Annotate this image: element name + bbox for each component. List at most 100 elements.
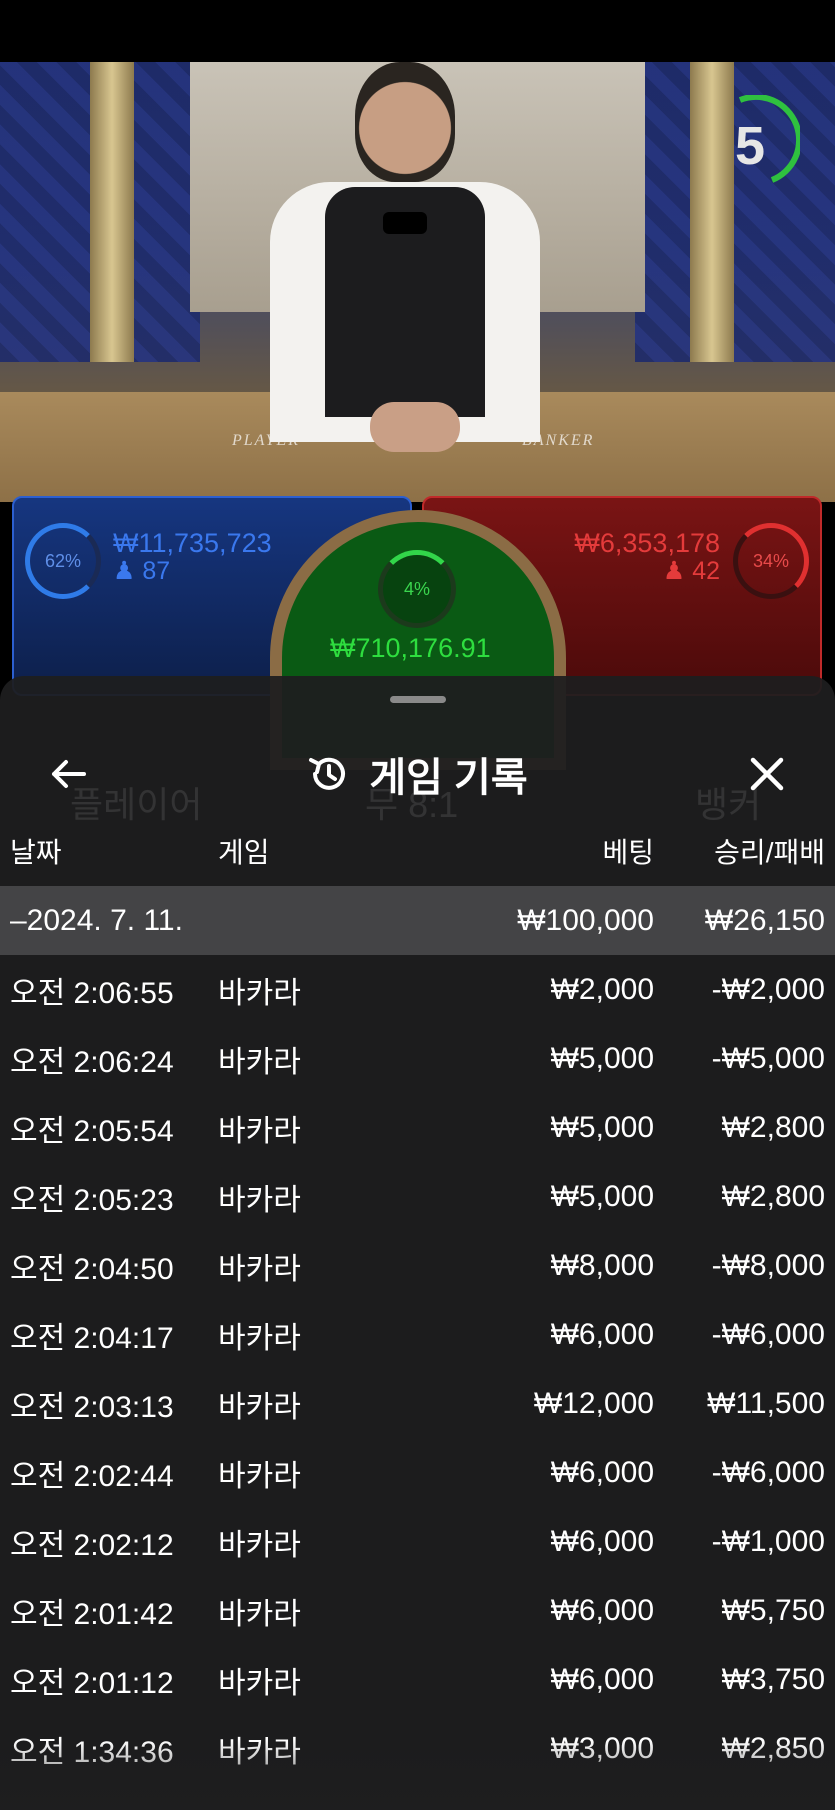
history-row-list: 오전 2:06:55 바카라 ₩2,000 -₩2,000 오전 2:06:24 바카라 ₩… (0, 955, 835, 1783)
banker-percent: 34% (752, 550, 790, 571)
row-game: 바카라 (218, 1528, 301, 1562)
row-time: 오전 2:04:17 (10, 1321, 174, 1355)
row-game: 바카라 (218, 976, 301, 1010)
row-bet: ₩6,000 (550, 1524, 654, 1558)
row-bet: ₩6,000 (550, 1317, 654, 1351)
row-bet: ₩8,000 (550, 1248, 654, 1282)
history-row[interactable]: 오전 2:06:24 바카라 ₩5,000 -₩5,000 (0, 1024, 835, 1093)
row-game: 바카라 (218, 1183, 301, 1217)
close-icon (750, 757, 784, 791)
row-bet: ₩6,000 (550, 1662, 654, 1696)
player-bettor-count: ♟ 87 (113, 556, 170, 586)
column-header-game: 게임 (218, 837, 270, 868)
banker-percent-ring: 34% (733, 523, 809, 599)
row-result: ₩2,850 (721, 1731, 825, 1765)
dealer-hands (370, 402, 460, 452)
row-bet: ₩6,000 (550, 1455, 654, 1489)
row-result: -₩8,000 (711, 1248, 825, 1282)
row-bet: ₩2,000 (550, 972, 654, 1006)
row-game: 바카라 (218, 1045, 301, 1079)
row-result: ₩3,750 (721, 1662, 825, 1696)
dealer-bowtie (383, 212, 427, 234)
row-bet: ₩3,000 (550, 1731, 654, 1765)
game-history-sheet: 플레이어 무 8:1 뱅커 게임 기록 날짜 게임 베팅 승리/패배 –2024… (0, 676, 835, 1810)
close-button[interactable] (739, 746, 795, 802)
row-result: ₩5,750 (721, 1593, 825, 1627)
history-row[interactable]: 오전 2:02:12 바카라 ₩6,000 -₩1,000 (0, 1507, 835, 1576)
tie-total-amount: ₩710,176.91 (330, 633, 491, 663)
row-result: -₩6,000 (711, 1317, 825, 1351)
row-time: 오전 2:02:44 (10, 1459, 174, 1493)
user-icon: ♟ (662, 557, 686, 585)
row-bet: ₩5,000 (550, 1110, 654, 1144)
row-time: 오전 2:01:12 (10, 1666, 174, 1700)
date-group-row[interactable]: –2024. 7. 11. ₩100,000 ₩26,150 (0, 886, 835, 955)
row-time: 오전 2:02:12 (10, 1528, 174, 1562)
history-row[interactable]: 오전 1:34:36 바카라 ₩3,000 ₩2,850 (0, 1714, 835, 1783)
player-total-amount: ₩11,735,723 (113, 528, 272, 558)
banker-count-value: 42 (692, 557, 720, 585)
player-percent: 62% (44, 550, 82, 571)
countdown-number: 5 (734, 116, 766, 176)
row-bet: ₩5,000 (550, 1041, 654, 1075)
column-header-bet: 베팅 (602, 837, 654, 868)
live-video-stream: PLAYER BANKER (0, 62, 835, 502)
history-clock-icon (309, 757, 346, 790)
sheet-title: 게임 기록 (369, 756, 528, 800)
row-time: 오전 2:03:13 (10, 1390, 174, 1424)
row-result: -₩1,000 (711, 1524, 825, 1558)
row-bet: ₩6,000 (550, 1593, 654, 1627)
row-game: 바카라 (218, 1459, 301, 1493)
row-time: 오전 2:01:42 (10, 1597, 174, 1631)
sheet-drag-handle[interactable] (390, 696, 446, 703)
history-row[interactable]: 오전 2:06:55 바카라 ₩2,000 -₩2,000 (0, 955, 835, 1024)
sheet-header: 게임 기록 (0, 726, 835, 826)
sheet-title-wrap: 게임 기록 (0, 746, 835, 802)
row-game: 바카라 (218, 1666, 301, 1700)
history-row[interactable]: 오전 2:04:17 바카라 ₩6,000 -₩6,000 (0, 1300, 835, 1369)
banker-bettor-count: ♟ 42 (663, 556, 720, 586)
history-row[interactable]: 오전 2:02:44 바카라 ₩6,000 -₩6,000 (0, 1438, 835, 1507)
history-row[interactable]: 오전 2:05:54 바카라 ₩5,000 ₩2,800 (0, 1093, 835, 1162)
row-time: 오전 2:06:24 (10, 1045, 174, 1079)
row-result: -₩5,000 (711, 1041, 825, 1075)
banker-total-amount: ₩6,353,178 (574, 528, 720, 558)
tie-percent-ring: 4% (378, 550, 456, 628)
column-header-result: 승리/패배 (714, 837, 825, 868)
user-icon: ♟ (113, 557, 136, 585)
countdown-timer: 5 (720, 93, 803, 191)
status-bar (0, 0, 835, 62)
history-table: –2024. 7. 11. ₩100,000 ₩26,150 오전 2:06:5… (0, 886, 835, 1783)
row-result: -₩2,000 (711, 972, 825, 1006)
history-row[interactable]: 오전 2:04:50 바카라 ₩8,000 -₩8,000 (0, 1231, 835, 1300)
player-percent-ring: 62% (25, 523, 101, 599)
date-group-bet-total: ₩100,000 (517, 903, 654, 937)
row-result: -₩6,000 (711, 1455, 825, 1489)
row-time: 오전 2:04:50 (10, 1252, 174, 1286)
row-game: 바카라 (218, 1252, 301, 1286)
row-game: 바카라 (218, 1735, 301, 1769)
row-bet: ₩12,000 (533, 1386, 654, 1420)
row-bet: ₩5,000 (550, 1179, 654, 1213)
row-game: 바카라 (218, 1390, 301, 1424)
row-result: ₩2,800 (721, 1179, 825, 1213)
row-time: 오전 2:05:54 (10, 1114, 174, 1148)
history-row[interactable]: 오전 2:05:23 바카라 ₩5,000 ₩2,800 (0, 1162, 835, 1231)
row-time: 오전 2:06:55 (10, 976, 174, 1010)
row-game: 바카라 (218, 1597, 301, 1631)
row-time: 오전 1:34:36 (10, 1735, 174, 1769)
history-row[interactable]: 오전 2:01:12 바카라 ₩6,000 ₩3,750 (0, 1645, 835, 1714)
row-game: 바카라 (218, 1114, 301, 1148)
row-result: ₩2,800 (721, 1110, 825, 1144)
row-game: 바카라 (218, 1321, 301, 1355)
history-row[interactable]: 오전 2:03:13 바카라 ₩12,000 ₩11,500 (0, 1369, 835, 1438)
date-group-result-total: ₩26,150 (704, 903, 825, 937)
dealer-head (355, 62, 455, 182)
history-row[interactable]: 오전 2:01:42 바카라 ₩6,000 ₩5,750 (0, 1576, 835, 1645)
date-group-date: –2024. 7. 11. (10, 903, 183, 937)
column-header-date: 날짜 (10, 837, 62, 868)
row-result: ₩11,500 (707, 1386, 825, 1420)
pillar-left (90, 62, 134, 362)
player-count-value: 87 (142, 557, 171, 585)
row-time: 오전 2:05:23 (10, 1183, 174, 1217)
